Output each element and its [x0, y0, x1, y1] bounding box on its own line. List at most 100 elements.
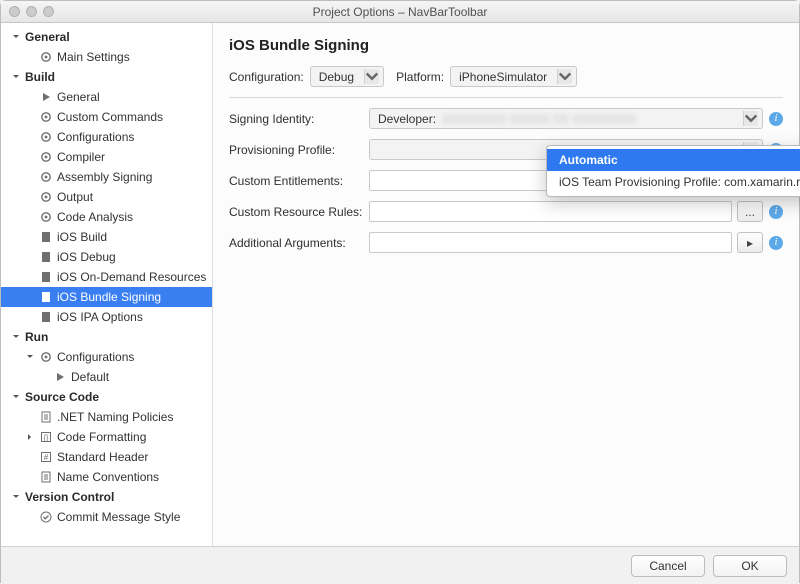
sidebar-item-label: Custom Commands	[57, 110, 163, 125]
sidebar-item[interactable]: {}Code Formatting	[1, 427, 212, 447]
sidebar-item-label: .NET Naming Policies	[57, 410, 173, 425]
custom-resource-rules-input[interactable]	[369, 201, 732, 222]
gear-icon	[39, 110, 53, 124]
gear-icon	[39, 130, 53, 144]
hash-icon: #	[39, 450, 53, 464]
sidebar-item-label: Main Settings	[57, 50, 130, 65]
sidebar-item[interactable]: iOS IPA Options	[1, 307, 212, 327]
divider	[229, 97, 783, 98]
platform-label: Platform:	[396, 70, 444, 84]
dropdown-option[interactable]: iOS Team Provisioning Profile: com.xamar…	[547, 171, 800, 193]
sidebar-item[interactable]: Custom Commands	[1, 107, 212, 127]
info-icon[interactable]: i	[769, 205, 783, 219]
sidebar-item[interactable]: iOS Build	[1, 227, 212, 247]
chevron-down-icon	[743, 111, 758, 126]
sidebar-item-label: iOS IPA Options	[57, 310, 143, 325]
sidebar-item[interactable]: iOS Bundle Signing	[1, 287, 212, 307]
additional-arguments-row: Additional Arguments: ▸ i	[229, 232, 783, 253]
sidebar-item-label: Output	[57, 190, 93, 205]
sidebar-item[interactable]: Output	[1, 187, 212, 207]
sidebar-item[interactable]: General	[1, 87, 212, 107]
svg-text:{}: {}	[44, 435, 49, 442]
sidebar-item[interactable]: Code Analysis	[1, 207, 212, 227]
sidebar-item[interactable]: iOS Debug	[1, 247, 212, 267]
minimize-icon[interactable]	[26, 6, 37, 17]
chevron-down-icon	[11, 32, 21, 42]
sidebar-item-label: iOS Build	[57, 230, 107, 245]
provisioning-profile-label: Provisioning Profile:	[229, 143, 369, 157]
sidebar-item-label: General	[57, 90, 100, 105]
sidebar-item-label: Code Analysis	[57, 210, 133, 225]
custom-resource-rules-label: Custom Resource Rules:	[229, 205, 369, 219]
gear-icon	[39, 350, 53, 364]
svg-text:#: #	[44, 453, 49, 462]
configuration-select[interactable]: Debug	[310, 66, 384, 87]
sidebar-item[interactable]: .NET Naming Policies	[1, 407, 212, 427]
sidebar-item-label: Default	[71, 370, 109, 385]
gear-icon	[39, 50, 53, 64]
signing-identity-row: Signing Identity: Developer: XXXXXXXX XX…	[229, 108, 783, 129]
cancel-button[interactable]: Cancel	[631, 555, 705, 577]
provisioning-profile-dropdown[interactable]: AutomaticiOS Team Provisioning Profile: …	[546, 145, 800, 197]
sidebar-item[interactable]: Assembly Signing	[1, 167, 212, 187]
signing-identity-select[interactable]: Developer: XXXXXXXX XXXXX XX XXXXXXXX	[369, 108, 763, 129]
sidebar-item[interactable]: Configurations	[1, 347, 212, 367]
sidebar-item[interactable]: Configurations	[1, 127, 212, 147]
sidebar-item[interactable]: Main Settings	[1, 47, 212, 67]
play-icon	[39, 90, 53, 104]
sidebar-item-label: Configurations	[57, 130, 134, 145]
config-row: Configuration: Debug Platform: iPhoneSim…	[229, 66, 783, 87]
box-icon	[39, 290, 53, 304]
configuration-label: Configuration:	[229, 70, 304, 84]
gear-icon	[39, 170, 53, 184]
box-icon	[39, 310, 53, 324]
check-icon	[39, 510, 53, 524]
sidebar-item[interactable]: Name Conventions	[1, 467, 212, 487]
chevron-down-icon	[364, 69, 379, 84]
browse-button[interactable]: ...	[737, 201, 763, 222]
ok-button[interactable]: OK	[713, 555, 787, 577]
sidebar-item[interactable]: Commit Message Style	[1, 507, 212, 527]
window-title: Project Options – NavBarToolbar	[1, 5, 799, 19]
info-icon[interactable]: i	[769, 236, 783, 250]
sidebar-item[interactable]: #Standard Header	[1, 447, 212, 467]
traffic-lights	[9, 6, 54, 17]
panel: iOS Bundle Signing Configuration: Debug …	[213, 23, 799, 546]
chevron-right-icon	[25, 432, 35, 442]
chevron-down-icon	[11, 392, 21, 402]
play-icon	[53, 370, 67, 384]
sidebar-group-header[interactable]: Version Control	[1, 487, 212, 507]
sidebar-item[interactable]: Compiler	[1, 147, 212, 167]
sidebar-group-header[interactable]: General	[1, 27, 212, 47]
sidebar-group-header[interactable]: Build	[1, 67, 212, 87]
box-icon	[39, 230, 53, 244]
chevron-down-icon	[11, 492, 21, 502]
page-title: iOS Bundle Signing	[229, 37, 783, 54]
chevron-down-icon	[25, 352, 35, 362]
platform-select[interactable]: iPhoneSimulator	[450, 66, 577, 87]
sidebar-item-label: iOS Bundle Signing	[57, 290, 161, 305]
close-icon[interactable]	[9, 6, 20, 17]
gear-icon	[39, 150, 53, 164]
sidebar-item[interactable]: iOS On-Demand Resources	[1, 267, 212, 287]
braces-icon: {}	[39, 430, 53, 444]
info-icon[interactable]: i	[769, 112, 783, 126]
chevron-down-icon	[11, 332, 21, 342]
zoom-icon[interactable]	[43, 6, 54, 17]
titlebar: Project Options – NavBarToolbar	[1, 1, 799, 23]
dropdown-option[interactable]: Automatic	[547, 149, 800, 171]
doc-icon	[39, 470, 53, 484]
sidebar-item-label: Compiler	[57, 150, 105, 165]
chevron-down-icon	[11, 72, 21, 82]
additional-arguments-input[interactable]	[369, 232, 732, 253]
sidebar-group-header[interactable]: Run	[1, 327, 212, 347]
sidebar-item[interactable]: Default	[1, 367, 212, 387]
sidebar-item-label: Configurations	[57, 350, 134, 365]
gear-icon	[39, 190, 53, 204]
sidebar-group-header[interactable]: Source Code	[1, 387, 212, 407]
sidebar: General Main Settings Build General Custom C…	[1, 23, 213, 546]
chevron-down-icon	[557, 69, 572, 84]
history-button[interactable]: ▸	[737, 232, 763, 253]
doc-icon	[39, 410, 53, 424]
additional-arguments-label: Additional Arguments:	[229, 236, 369, 250]
